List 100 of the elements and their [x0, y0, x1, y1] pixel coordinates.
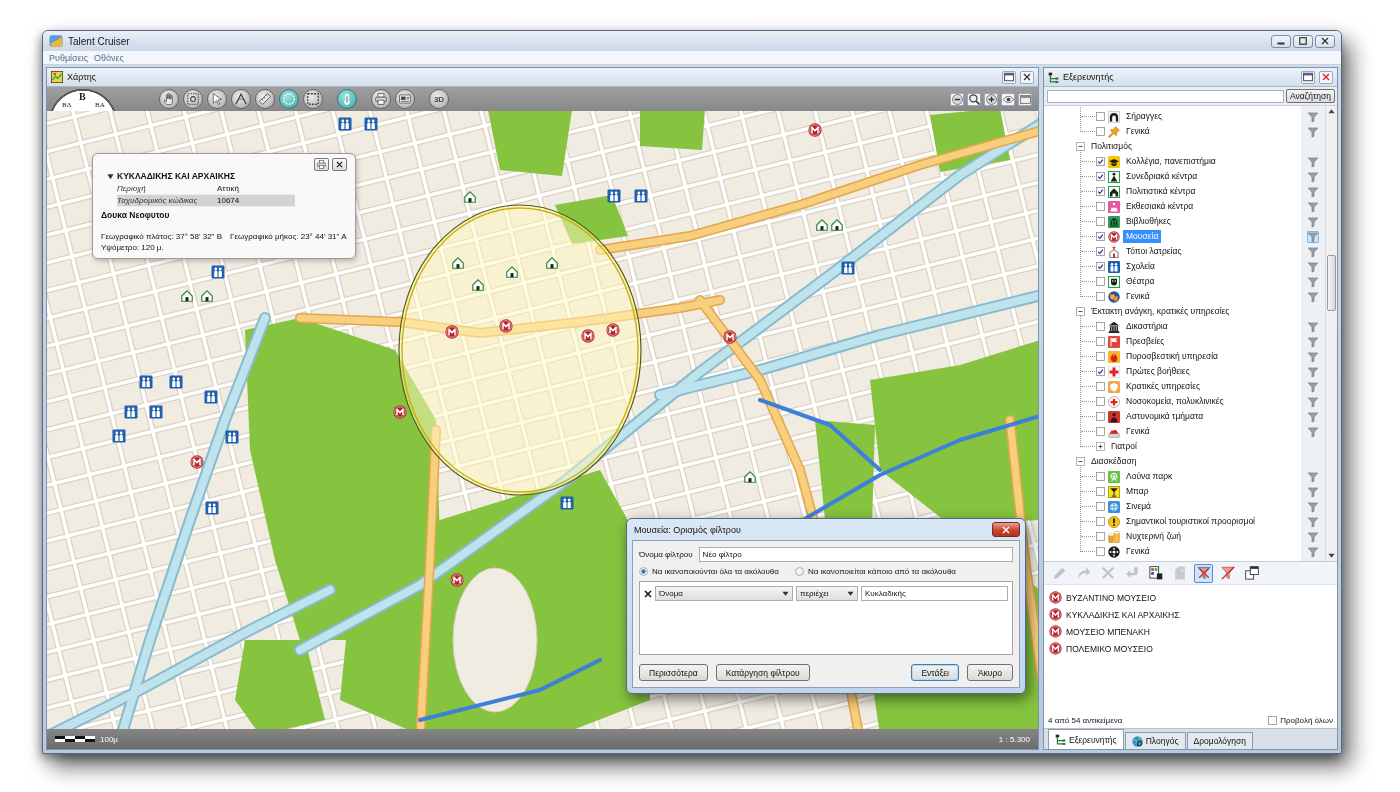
close-button[interactable] — [992, 522, 1020, 537]
funnel-icon[interactable] — [1307, 425, 1319, 438]
checkbox[interactable] — [1096, 352, 1105, 361]
tool-button[interactable] — [337, 89, 357, 109]
checkbox[interactable] — [1096, 262, 1105, 271]
dialog-button[interactable]: Εντάξει — [911, 664, 959, 681]
funnel-icon[interactable] — [1307, 515, 1319, 528]
dropdown[interactable]: περιέχει — [796, 586, 858, 601]
tree-item[interactable]: Νυχτερινή ζωή — [1123, 530, 1184, 543]
checkbox[interactable] — [1096, 337, 1105, 346]
result-item[interactable]: ΠΟΛΕΜΙΚΟ ΜΟΥΣΕΙΟ — [1049, 640, 1153, 657]
tree-item[interactable]: Πρώτες βοήθειες — [1123, 365, 1193, 378]
funnel-icon[interactable] — [1307, 215, 1319, 228]
museum-icon[interactable] — [606, 323, 620, 337]
funnel-icon[interactable] — [1307, 395, 1319, 408]
house-icon[interactable] — [452, 256, 464, 269]
restore-button[interactable] — [1002, 70, 1016, 84]
funnel-icon[interactable] — [1307, 200, 1319, 213]
close-button[interactable] — [331, 158, 347, 171]
tree-item[interactable]: Πυροσβεστική υπηρεσία — [1123, 350, 1222, 363]
tool-button[interactable] — [395, 89, 415, 109]
museum-icon[interactable] — [808, 123, 822, 137]
funnel-icon[interactable] — [1307, 530, 1319, 543]
funnel-icon[interactable] — [1307, 245, 1319, 258]
funnel-icon[interactable] — [1307, 155, 1319, 168]
funnel-icon[interactable] — [1307, 185, 1319, 198]
tree-item[interactable]: Σινεμά — [1123, 500, 1154, 513]
tab[interactable]: Εξερευνητής — [1048, 729, 1124, 749]
tree-item[interactable]: Κρατικές υπηρεσίες — [1123, 380, 1204, 393]
tool-button[interactable] — [231, 89, 251, 109]
funnel-icon[interactable] — [1307, 170, 1319, 183]
scrollbar-thumb[interactable] — [1327, 255, 1336, 311]
collapse-icon[interactable] — [1076, 307, 1085, 316]
radio-button[interactable] — [639, 567, 648, 576]
tool-button[interactable] — [255, 89, 275, 109]
tab[interactable]: Δρομολόγηση — [1186, 732, 1253, 749]
tree-item[interactable]: Σημαντικοί τουριστικοί προορισμοί — [1123, 515, 1258, 528]
checkbox[interactable] — [1096, 427, 1105, 436]
tree-group[interactable]: Πολιτισμός — [1088, 140, 1136, 153]
funnel-icon[interactable] — [1307, 290, 1319, 303]
tree-item[interactable]: Σχολεία — [1123, 260, 1158, 273]
search-button[interactable]: Αναζήτηση — [1285, 89, 1335, 103]
tool-button[interactable] — [371, 89, 391, 109]
house-icon[interactable] — [546, 256, 558, 269]
restore-button[interactable] — [1301, 70, 1315, 84]
funnel-icon[interactable] — [1307, 545, 1319, 558]
tool-button[interactable]: 3D — [429, 89, 449, 109]
funnel-icon[interactable] — [1307, 230, 1319, 243]
maximize-button[interactable] — [1293, 34, 1313, 48]
funnel-icon[interactable] — [1307, 260, 1319, 273]
checkbox[interactable] — [1096, 217, 1105, 226]
tree-item[interactable]: Νοσοκομεία, πολυκλινικές — [1123, 395, 1227, 408]
funnel-icon[interactable] — [1307, 335, 1319, 348]
funnel-icon[interactable] — [1307, 110, 1319, 123]
checkbox[interactable] — [1096, 172, 1105, 181]
house-icon[interactable] — [181, 289, 193, 302]
tree-item[interactable]: Γενικά — [1123, 425, 1153, 438]
map-control-button[interactable] — [950, 92, 964, 106]
tree-item[interactable]: Γενικά — [1123, 125, 1153, 138]
expand-icon[interactable] — [1096, 442, 1105, 451]
checkbox[interactable] — [1096, 157, 1105, 166]
tree-item[interactable]: Αστυνομικά τμήματα — [1123, 410, 1207, 423]
close-button[interactable] — [1315, 34, 1335, 48]
tree-item[interactable]: Λούνα παρκ — [1123, 470, 1176, 483]
funnel-icon[interactable] — [1307, 320, 1319, 333]
checkbox[interactable] — [1096, 412, 1105, 421]
funnel-icon[interactable] — [1307, 275, 1319, 288]
menu-item[interactable]: Οθόνες — [92, 52, 126, 63]
close-button[interactable] — [1020, 70, 1034, 84]
checkbox[interactable] — [1096, 547, 1105, 556]
checkbox[interactable] — [1096, 322, 1105, 331]
tree-item[interactable]: Σήραγγες — [1123, 110, 1166, 123]
map-control-button[interactable] — [967, 92, 981, 106]
funnel-icon[interactable] — [1307, 500, 1319, 513]
funnel-icon[interactable] — [1307, 365, 1319, 378]
tree-item[interactable]: Τόποι λατρείας — [1123, 245, 1185, 258]
checkbox[interactable] — [1096, 382, 1105, 391]
house-icon[interactable] — [201, 289, 213, 302]
checkbox[interactable] — [1096, 277, 1105, 286]
remove-icon[interactable] — [644, 589, 652, 598]
checkbox[interactable] — [1096, 517, 1105, 526]
tree-item[interactable]: Γενικά — [1123, 290, 1153, 303]
collapse-icon[interactable] — [1076, 457, 1085, 466]
museum-icon[interactable] — [445, 325, 459, 339]
house-icon[interactable] — [464, 190, 476, 203]
museum-icon[interactable] — [581, 329, 595, 343]
scrollbar[interactable] — [1325, 106, 1337, 561]
tree-item[interactable]: Δικαστήρια — [1123, 320, 1171, 333]
tool-button[interactable] — [159, 89, 179, 109]
result-item[interactable]: ΜΟΥΣΕΙΟ ΜΠΕΝΑΚΗ — [1049, 623, 1150, 640]
print-button[interactable] — [313, 158, 329, 171]
collapse-icon[interactable] — [1076, 142, 1085, 151]
checkbox[interactable] — [1096, 112, 1105, 121]
checkbox[interactable] — [1096, 127, 1105, 136]
house-icon[interactable] — [831, 218, 843, 231]
tab[interactable]: Πλοηγός — [1124, 732, 1186, 749]
tree-group[interactable]: Διασκέδαση — [1088, 455, 1140, 468]
tree-group[interactable]: Γιατροί — [1108, 440, 1140, 453]
minimize-button[interactable] — [1271, 34, 1291, 48]
checkbox[interactable] — [1096, 487, 1105, 496]
